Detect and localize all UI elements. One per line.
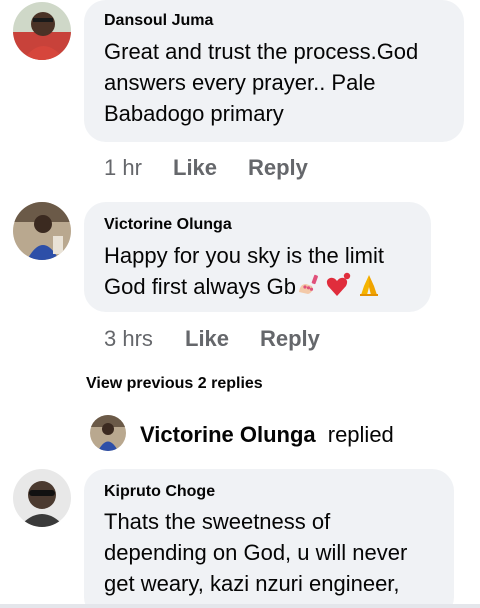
comment-text-line: answers every prayer.. Pale xyxy=(104,70,376,95)
like-button[interactable]: Like xyxy=(185,326,229,352)
avatar-dansoul-juma[interactable] xyxy=(13,2,71,60)
avatar-kipruto-choge[interactable] xyxy=(13,469,71,527)
comment-thread: Dansoul Juma Great and trust the process… xyxy=(0,0,480,608)
folded-hands-icon xyxy=(356,272,382,306)
reply-summary[interactable]: Victorine Olunga replied xyxy=(140,422,394,448)
comment-text-line: Great and trust the process.God xyxy=(104,39,419,64)
comment-text-line: Happy for you sky is the limit xyxy=(104,243,384,268)
comment-author[interactable]: Kipruto Choge xyxy=(104,483,215,501)
comment-bubble: Victorine Olunga Happy for you sky is th… xyxy=(84,202,431,312)
comment-bubble: Dansoul Juma Great and trust the process… xyxy=(84,0,464,142)
comment-author[interactable]: Dansoul Juma xyxy=(104,12,213,30)
reply-avatar[interactable] xyxy=(90,415,126,451)
comment-text-line-with-emoji: God first always Gb xyxy=(104,271,382,306)
reply-summary-name[interactable]: Victorine Olunga xyxy=(140,422,316,447)
heart-exclamation-icon xyxy=(326,272,352,306)
avatar-victorine-olunga[interactable] xyxy=(13,202,71,260)
divider xyxy=(0,604,480,608)
comment-author[interactable]: Victorine Olunga xyxy=(104,216,232,234)
comment-text-line: get weary, kazi nzuri engineer, xyxy=(104,571,400,596)
comment-bubble: Kipruto Choge Thats the sweetness of dep… xyxy=(84,469,454,608)
comment-text-fragment: God first always Gb xyxy=(104,274,296,299)
comment-timestamp[interactable]: 3 hrs xyxy=(104,326,153,352)
like-button[interactable]: Like xyxy=(173,155,217,181)
reply-button[interactable]: Reply xyxy=(248,155,308,181)
reply-button[interactable]: Reply xyxy=(260,326,320,352)
comment-timestamp[interactable]: 1 hr xyxy=(104,155,142,181)
comment-text-line: depending on God, u will never xyxy=(104,540,408,565)
reply-summary-action: replied xyxy=(327,422,394,447)
comment-text-line: Thats the sweetness of xyxy=(104,509,331,534)
comment-text-line: Babadogo primary xyxy=(104,101,284,126)
view-previous-replies-link[interactable]: View previous 2 replies xyxy=(86,375,263,393)
nail-polish-icon xyxy=(296,272,322,306)
